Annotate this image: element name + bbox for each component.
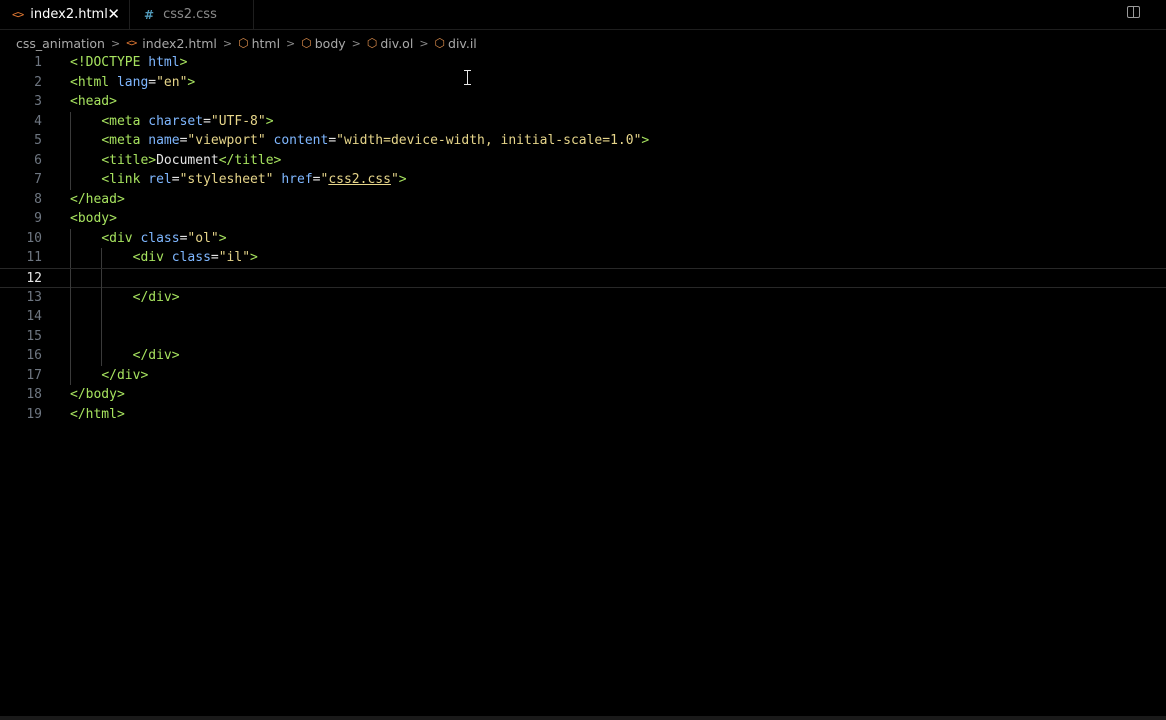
code-text: <div class="ol"> [101,230,227,246]
code-line[interactable]: 8 </head> [0,190,1166,210]
indent-guide [70,269,71,289]
line-number: 5 [34,133,42,149]
breadcrumb-file[interactable]: index2.html [142,36,217,51]
line-number: 15 [26,328,42,344]
line-number: 19 [26,406,42,422]
line-number: 11 [26,250,42,266]
code-line[interactable]: 3 <head> [0,92,1166,112]
line-number: 18 [26,387,42,403]
code-line[interactable]: 18 </body> [0,385,1166,405]
breadcrumb-folder[interactable]: css_animation [16,36,105,51]
breadcrumb: css_animation > <> index2.html > ⬡ html … [16,33,477,53]
editor-tab-bar: <> index2.html ✕ # css2.css [0,0,1166,30]
indent-guide [70,307,71,327]
code-line[interactable]: 7 <link rel="stylesheet" href="css2.css"… [0,170,1166,190]
code-text: </body> [70,387,125,403]
code-text: <head> [70,94,117,110]
code-text: </head> [70,191,125,207]
code-line[interactable]: 15 [0,326,1166,347]
indent-guide [101,326,103,347]
code-text: <meta name="viewport" content="width=dev… [101,133,650,149]
indent-guide [101,269,103,289]
code-text: <meta charset="UTF-8"> [101,113,274,129]
code-line[interactable]: 19 </html> [0,405,1166,425]
symbol-cube-icon: ⬡ [238,36,249,50]
chevron-right-icon: > [351,36,361,50]
code-text: <link rel="stylesheet" href="css2.css"> [101,172,407,188]
code-text: </div> [132,289,180,305]
chevron-right-icon: > [286,36,296,50]
line-number: 8 [34,191,42,207]
code-line[interactable]: 13 </div> [0,287,1166,308]
line-number: 17 [26,367,42,383]
close-icon[interactable]: ✕ [107,5,120,23]
breadcrumb-symbol-body[interactable]: body [315,36,346,51]
symbol-cube-icon: ⬡ [301,36,312,50]
code-text: </html> [70,406,125,422]
code-text: <title>Document</title> [101,152,282,168]
line-number: 10 [26,230,42,246]
symbol-cube-icon: ⬡ [434,36,446,50]
line-number: 3 [34,94,42,110]
code-text: <!DOCTYPE html> [70,55,188,70]
indent-guide [101,307,103,327]
text-cursor-icon [464,70,472,85]
tab-label: index2.html [30,7,108,22]
line-number: 13 [26,289,42,305]
line-number: 4 [34,113,42,129]
code-text: <body> [70,211,117,227]
tab-css2-css[interactable]: # css2.css [130,0,254,29]
symbol-cube-icon: ⬡ [366,36,378,50]
tab-label: css2.css [163,7,217,22]
code-line[interactable]: 12 [0,268,1166,289]
code-line[interactable]: 1 <!DOCTYPE html> [0,53,1166,73]
chevron-right-icon: > [222,36,233,50]
code-line[interactable]: 4 <meta charset="UTF-8"> [0,111,1166,132]
code-line[interactable]: 10 <div class="ol"> [0,228,1166,249]
html-file-icon: <> [126,37,137,49]
line-number: 14 [26,309,42,325]
css-file-icon: # [144,7,155,22]
code-text: <html lang="en"> [70,74,196,90]
code-editor[interactable]: 1 <!DOCTYPE html> 2 <html lang="en"> 3 <head>… [0,53,1166,424]
line-number: 7 [34,172,42,188]
line-number: 6 [34,152,42,168]
chevron-right-icon: > [419,36,429,50]
breadcrumb-symbol-div-ol[interactable]: div.ol [380,36,413,51]
breadcrumb-symbol-html[interactable]: html [252,36,280,51]
line-number: 1 [34,55,42,70]
code-line[interactable]: 2 <html lang="en"> [0,73,1166,93]
line-number: 12 [26,271,42,287]
code-line[interactable]: 11 <div class="il"> [0,248,1166,269]
code-line[interactable]: 14 [0,307,1166,327]
split-editor-icon[interactable] [1127,6,1140,18]
code-text: </div> [132,348,180,364]
code-text: <div class="il"> [132,250,258,266]
line-number: 2 [34,74,42,90]
code-line[interactable]: 6 <title>Document</title> [0,150,1166,171]
chevron-right-icon: > [110,36,121,50]
code-line[interactable]: 17 </div> [0,365,1166,386]
html-file-icon: <> [12,8,24,21]
code-text: </div> [101,367,149,383]
breadcrumb-symbol-div-il[interactable]: div.il [448,36,477,51]
line-number: 9 [34,211,42,227]
code-line[interactable]: 9 <body> [0,209,1166,229]
line-number: 16 [26,348,42,364]
tab-index2-html[interactable]: <> index2.html ✕ [0,0,130,29]
status-bar [0,716,1166,720]
code-line[interactable]: 16 </div> [0,346,1166,366]
indent-guide [70,326,71,347]
code-line[interactable]: 5 <meta name="viewport" content="width=d… [0,131,1166,151]
